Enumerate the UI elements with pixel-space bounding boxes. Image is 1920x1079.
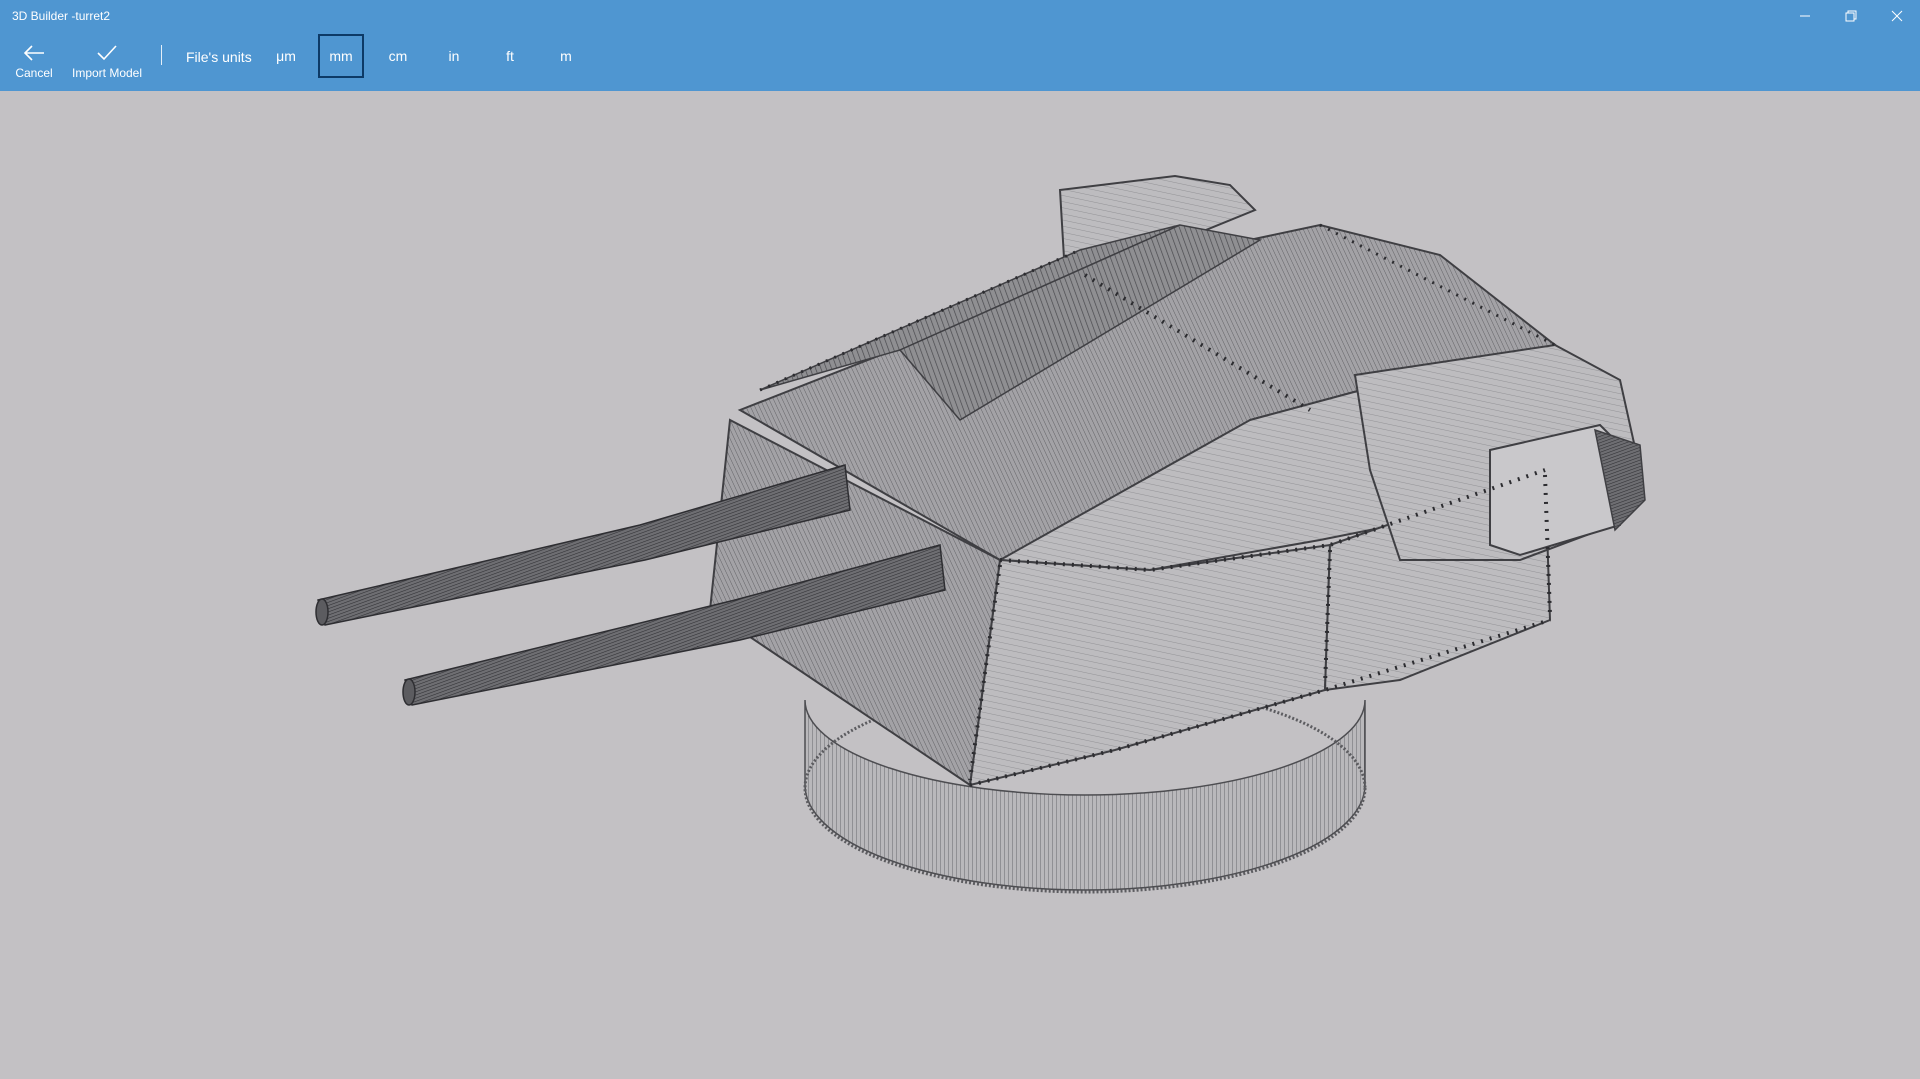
title-bar: 3D Builder -turret2 <box>0 0 1920 32</box>
3d-viewport[interactable] <box>0 91 1920 1079</box>
import-model-button[interactable]: Import Model <box>68 32 146 88</box>
import-model-label: Import Model <box>71 66 143 80</box>
restore-button[interactable] <box>1828 0 1874 32</box>
unit-button-inch[interactable]: in <box>431 34 477 78</box>
unit-button-centimeter[interactable]: cm <box>375 34 421 78</box>
turret-model <box>315 174 1646 894</box>
unit-button-foot[interactable]: ft <box>487 34 533 78</box>
minimize-icon <box>1800 15 1810 17</box>
import-toolbar: Cancel Import Model File's units μm mm c… <box>0 32 1920 91</box>
unit-button-millimeter[interactable]: mm <box>318 34 364 78</box>
unit-button-micrometer[interactable]: μm <box>263 34 309 78</box>
close-icon <box>1891 10 1903 22</box>
file-units-label: File's units <box>186 49 252 65</box>
window-title: 3D Builder -turret2 <box>12 9 111 23</box>
cancel-label: Cancel <box>15 66 53 80</box>
minimize-button[interactable] <box>1782 0 1828 32</box>
unit-button-meter[interactable]: m <box>543 34 589 78</box>
back-arrow-icon <box>23 45 44 61</box>
restore-icon <box>1845 10 1857 22</box>
close-button[interactable] <box>1874 0 1920 32</box>
cancel-button[interactable]: Cancel <box>12 32 56 88</box>
turret-housing <box>708 174 1646 787</box>
checkmark-icon <box>97 45 117 61</box>
toolbar-separator <box>161 45 162 65</box>
